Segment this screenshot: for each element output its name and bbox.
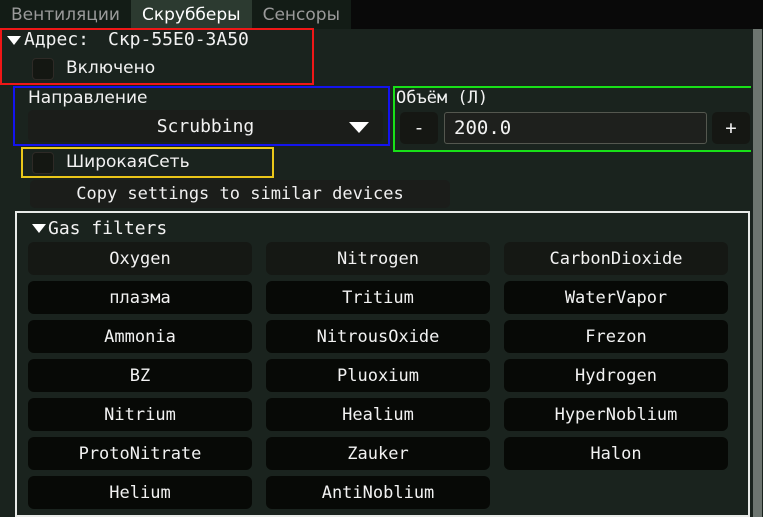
gas-filter-button[interactable]: WaterVapor: [504, 281, 728, 314]
gas-filter-button[interactable]: Healium: [266, 398, 490, 431]
vertical-scrollbar[interactable]: [751, 29, 763, 517]
gas-filter-button[interactable]: Zauker: [266, 437, 490, 470]
tab-scrubbers[interactable]: Скрубберы: [130, 0, 252, 29]
gas-filters-title: Gas filters: [48, 218, 168, 239]
address-collapse-caret[interactable]: [7, 36, 21, 45]
gas-filter-button[interactable]: плазма: [28, 281, 252, 314]
gas-filter-button[interactable]: Nitrium: [28, 398, 252, 431]
volume-increment-button[interactable]: +: [712, 112, 750, 144]
tab-ventilation[interactable]: Вентиляции: [0, 0, 131, 29]
volume-input[interactable]: 200.0: [444, 112, 707, 144]
gas-filter-button[interactable]: AntiNoblium: [266, 476, 490, 509]
volume-label: Объём (Л): [396, 88, 489, 108]
wide-net-checkbox[interactable]: [32, 152, 54, 174]
gas-filter-button[interactable]: ProtoNitrate: [28, 437, 252, 470]
direction-dropdown[interactable]: Scrubbing: [28, 110, 383, 142]
gas-filters-collapse-caret[interactable]: [32, 224, 46, 233]
gas-filter-button[interactable]: Frezon: [504, 320, 728, 353]
gas-filter-button[interactable]: HyperNoblium: [504, 398, 728, 431]
enabled-checkbox[interactable]: [32, 58, 54, 80]
gas-filter-button[interactable]: Tritium: [266, 281, 490, 314]
address-label: Адрес:: [24, 29, 90, 50]
direction-label: Направление: [28, 88, 148, 108]
tab-sensors[interactable]: Сенсоры: [251, 0, 351, 29]
gas-filter-button[interactable]: Helium: [28, 476, 252, 509]
gas-filter-button[interactable]: Pluoxium: [266, 359, 490, 392]
gas-filter-button[interactable]: Halon: [504, 437, 728, 470]
tab-bar: Вентиляции Скрубберы Сенсоры: [0, 0, 763, 29]
gas-filter-button[interactable]: Nitrogen: [266, 242, 490, 275]
gas-filter-button[interactable]: BZ: [28, 359, 252, 392]
copy-settings-button[interactable]: Copy settings to similar devices: [30, 180, 450, 208]
scrollbar-thumb[interactable]: [753, 29, 762, 517]
gas-filter-button[interactable]: NitrousOxide: [266, 320, 490, 353]
scrubber-config-window: Вентиляции Скрубберы Сенсоры Адрес: Скр-…: [0, 0, 763, 517]
gas-filters-grid: Oxygen Nitrogen CarbonDioxide плазма Tri…: [28, 242, 728, 509]
gas-filter-button[interactable]: Oxygen: [28, 242, 252, 275]
chevron-down-icon: [349, 122, 369, 133]
enabled-label: Включено: [66, 58, 156, 78]
wide-net-label: ШирокаяСеть: [66, 152, 190, 172]
volume-decrement-button[interactable]: -: [400, 112, 438, 144]
gas-filter-button[interactable]: Ammonia: [28, 320, 252, 353]
address-value: Скр-55E0-3A50: [108, 29, 249, 50]
gas-filter-button[interactable]: CarbonDioxide: [504, 242, 728, 275]
gas-filter-button[interactable]: Hydrogen: [504, 359, 728, 392]
direction-selected-value: Scrubbing: [156, 115, 255, 137]
